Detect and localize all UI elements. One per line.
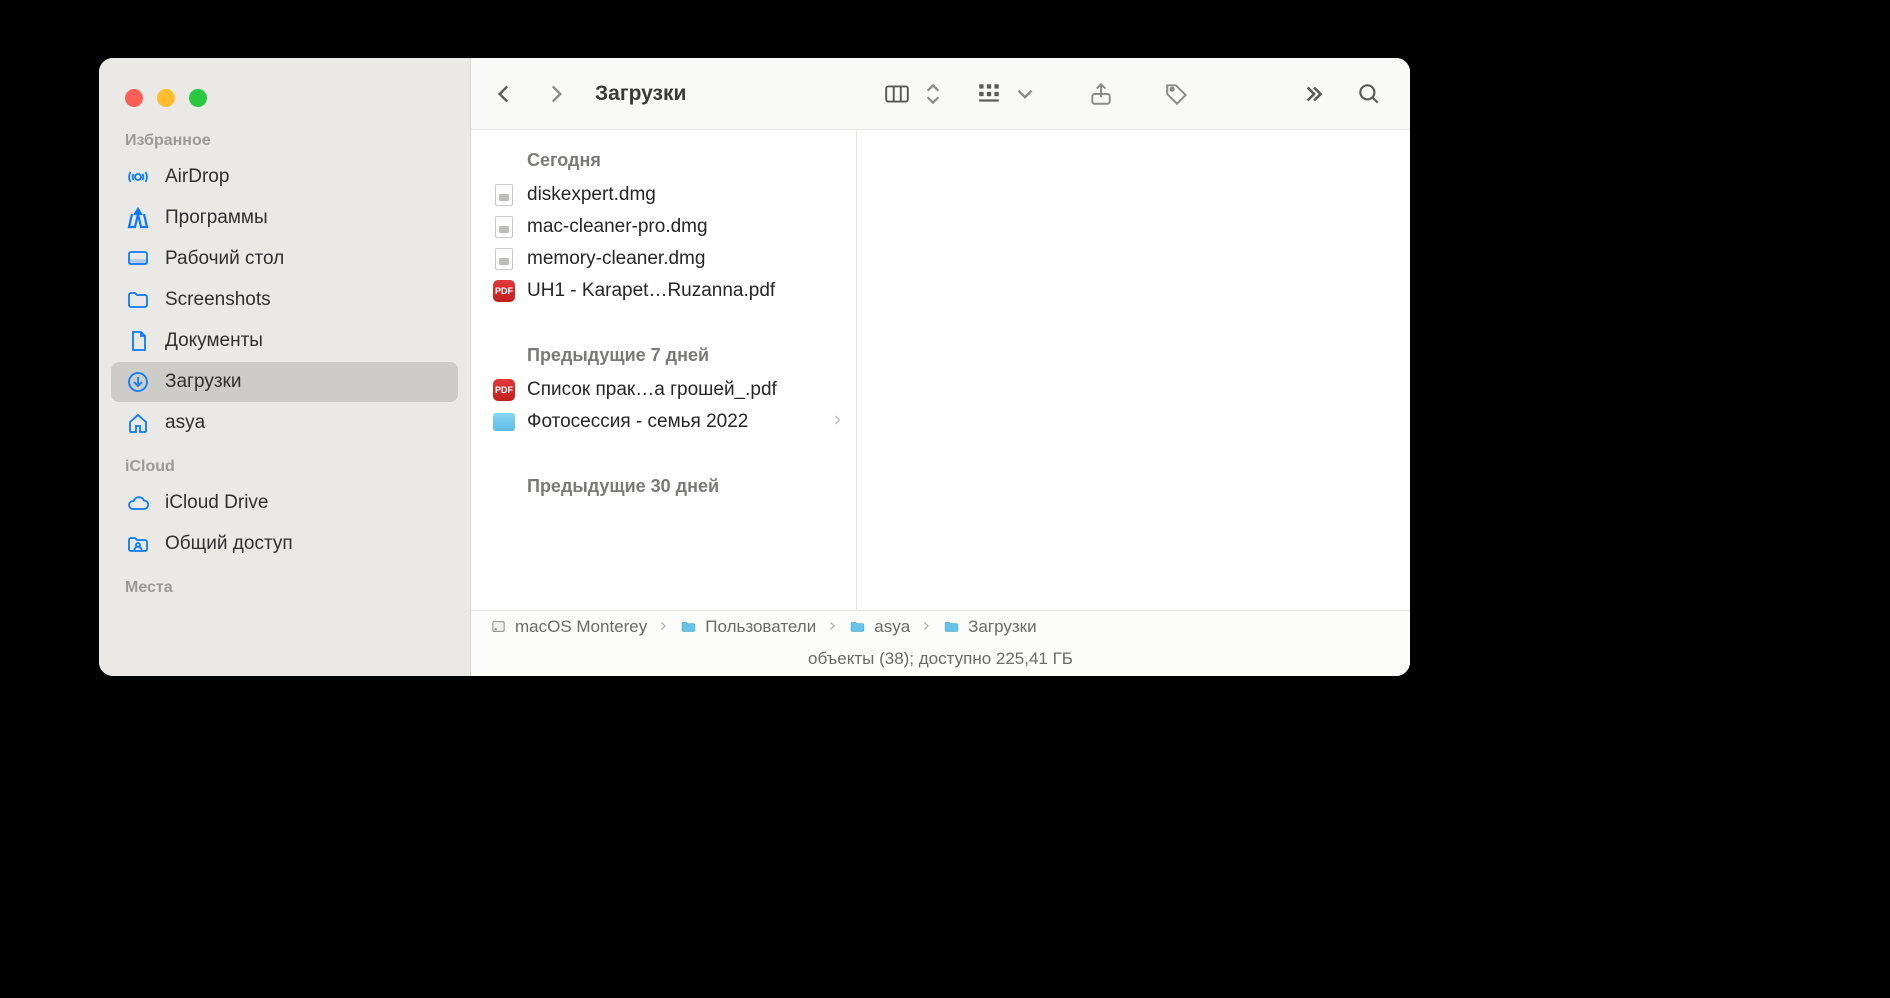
content: Сегодня diskexpert.dmg mac-cleaner-pro.dmg… bbox=[471, 130, 1410, 610]
file-row[interactable]: Фотосессия - семья 2022 bbox=[471, 406, 856, 438]
download-icon bbox=[125, 369, 151, 395]
folder-icon bbox=[848, 618, 866, 636]
close-button[interactable] bbox=[125, 89, 143, 107]
tags-button[interactable] bbox=[1164, 81, 1190, 107]
file-row[interactable]: memory-cleaner.dmg bbox=[471, 243, 856, 275]
grid-group-icon bbox=[976, 81, 1002, 107]
pdf-file-icon: PDF bbox=[493, 379, 515, 401]
sidebar-section-label: iCloud bbox=[99, 444, 470, 482]
view-mode-control[interactable] bbox=[884, 81, 946, 107]
path-segment[interactable]: Загрузки bbox=[942, 617, 1036, 637]
sidebar-item-shared[interactable]: Общий доступ bbox=[111, 524, 458, 564]
preview-pane bbox=[857, 130, 1410, 610]
folder-file-icon bbox=[493, 411, 515, 433]
chevron-down-icon bbox=[1012, 81, 1038, 107]
sidebar-item-doc[interactable]: Документы bbox=[111, 321, 458, 361]
path-separator-icon bbox=[657, 617, 669, 637]
sidebar-sections: Избранное AirDrop Программы Рабочий стол Scr… bbox=[99, 118, 470, 603]
sidebar-item-folder[interactable]: Screenshots bbox=[111, 280, 458, 320]
path-segment[interactable]: macOS Monterey bbox=[489, 617, 647, 637]
chevron-right-icon bbox=[830, 411, 844, 433]
path-label: Загрузки bbox=[968, 617, 1036, 637]
toolbar: Загрузки bbox=[471, 58, 1410, 130]
file-name: UH1 - Karapet…Ruzanna.pdf bbox=[527, 280, 844, 302]
dmg-file-icon bbox=[493, 184, 515, 206]
forward-button[interactable] bbox=[543, 81, 569, 107]
file-name: memory-cleaner.dmg bbox=[527, 248, 844, 270]
path-label: asya bbox=[874, 617, 910, 637]
folder-icon bbox=[679, 618, 697, 636]
group-by-control[interactable] bbox=[976, 81, 1038, 107]
sidebar-item-apps[interactable]: Программы bbox=[111, 198, 458, 238]
finder-window: Избранное AirDrop Программы Рабочий стол Scr… bbox=[99, 58, 1410, 676]
file-name: diskexpert.dmg bbox=[527, 184, 844, 206]
share-button[interactable] bbox=[1088, 81, 1114, 107]
sidebar-item-label: asya bbox=[165, 412, 205, 434]
columns-view-icon bbox=[884, 81, 910, 107]
cloud-icon bbox=[125, 490, 151, 516]
path-separator-icon bbox=[826, 617, 838, 637]
minimize-button[interactable] bbox=[157, 89, 175, 107]
path-label: Пользователи bbox=[705, 617, 816, 637]
file-column: Сегодня diskexpert.dmg mac-cleaner-pro.dmg… bbox=[471, 130, 857, 610]
back-button[interactable] bbox=[491, 81, 517, 107]
sidebar: Избранное AirDrop Программы Рабочий стол Scr… bbox=[99, 58, 471, 676]
sidebar-item-label: Документы bbox=[165, 330, 263, 352]
status-text: объекты (38); доступно 225,41 ГБ bbox=[808, 649, 1073, 669]
window-controls bbox=[99, 78, 470, 118]
folder-icon bbox=[125, 287, 151, 313]
group-header: Предыдущие 7 дней bbox=[471, 331, 856, 374]
sidebar-item-label: Рабочий стол bbox=[165, 248, 284, 270]
doc-icon bbox=[125, 328, 151, 354]
main-area: Загрузки bbox=[471, 58, 1410, 676]
sidebar-item-download[interactable]: Загрузки bbox=[111, 362, 458, 402]
fullscreen-button[interactable] bbox=[189, 89, 207, 107]
path-segment[interactable]: asya bbox=[848, 617, 910, 637]
desktop-icon bbox=[125, 246, 151, 272]
sidebar-item-label: Программы bbox=[165, 207, 268, 229]
dmg-file-icon bbox=[493, 216, 515, 238]
pdf-file-icon: PDF bbox=[493, 280, 515, 302]
file-row[interactable]: mac-cleaner-pro.dmg bbox=[471, 211, 856, 243]
file-row[interactable]: PDF Список прак…а грошей_.pdf bbox=[471, 374, 856, 406]
sidebar-item-label: iCloud Drive bbox=[165, 492, 268, 514]
home-icon bbox=[125, 410, 151, 436]
view-stepper-icon bbox=[920, 81, 946, 107]
window-title: Загрузки bbox=[595, 82, 686, 106]
path-segment[interactable]: Пользователи bbox=[679, 617, 816, 637]
sidebar-item-label: Screenshots bbox=[165, 289, 271, 311]
sidebar-section-label: Избранное bbox=[99, 118, 470, 156]
airdrop-icon bbox=[125, 164, 151, 190]
path-bar: macOS Monterey Пользователи asya Загрузки bbox=[471, 610, 1410, 642]
folder-icon bbox=[942, 618, 960, 636]
sidebar-item-label: AirDrop bbox=[165, 166, 229, 188]
file-name: Список прак…а грошей_.pdf bbox=[527, 379, 844, 401]
path-label: macOS Monterey bbox=[515, 617, 647, 637]
dmg-file-icon bbox=[493, 248, 515, 270]
sidebar-item-desktop[interactable]: Рабочий стол bbox=[111, 239, 458, 279]
file-name: Фотосессия - семья 2022 bbox=[527, 411, 818, 433]
search-button[interactable] bbox=[1356, 81, 1382, 107]
sidebar-section-label: Места bbox=[99, 565, 470, 603]
status-bar: объекты (38); доступно 225,41 ГБ bbox=[471, 642, 1410, 676]
sidebar-item-airdrop[interactable]: AirDrop bbox=[111, 157, 458, 197]
file-row[interactable]: PDF UH1 - Karapet…Ruzanna.pdf bbox=[471, 275, 856, 307]
file-row[interactable]: diskexpert.dmg bbox=[471, 179, 856, 211]
sidebar-item-cloud[interactable]: iCloud Drive bbox=[111, 483, 458, 523]
overflow-button[interactable] bbox=[1300, 81, 1326, 107]
group-header: Предыдущие 30 дней bbox=[471, 462, 856, 505]
sidebar-item-home[interactable]: asya bbox=[111, 403, 458, 443]
sidebar-item-label: Общий доступ bbox=[165, 533, 293, 555]
path-separator-icon bbox=[920, 617, 932, 637]
hdd-icon bbox=[489, 618, 507, 636]
shared-icon bbox=[125, 531, 151, 557]
file-name: mac-cleaner-pro.dmg bbox=[527, 216, 844, 238]
apps-icon bbox=[125, 205, 151, 231]
group-header: Сегодня bbox=[471, 136, 856, 179]
sidebar-item-label: Загрузки bbox=[165, 371, 241, 393]
